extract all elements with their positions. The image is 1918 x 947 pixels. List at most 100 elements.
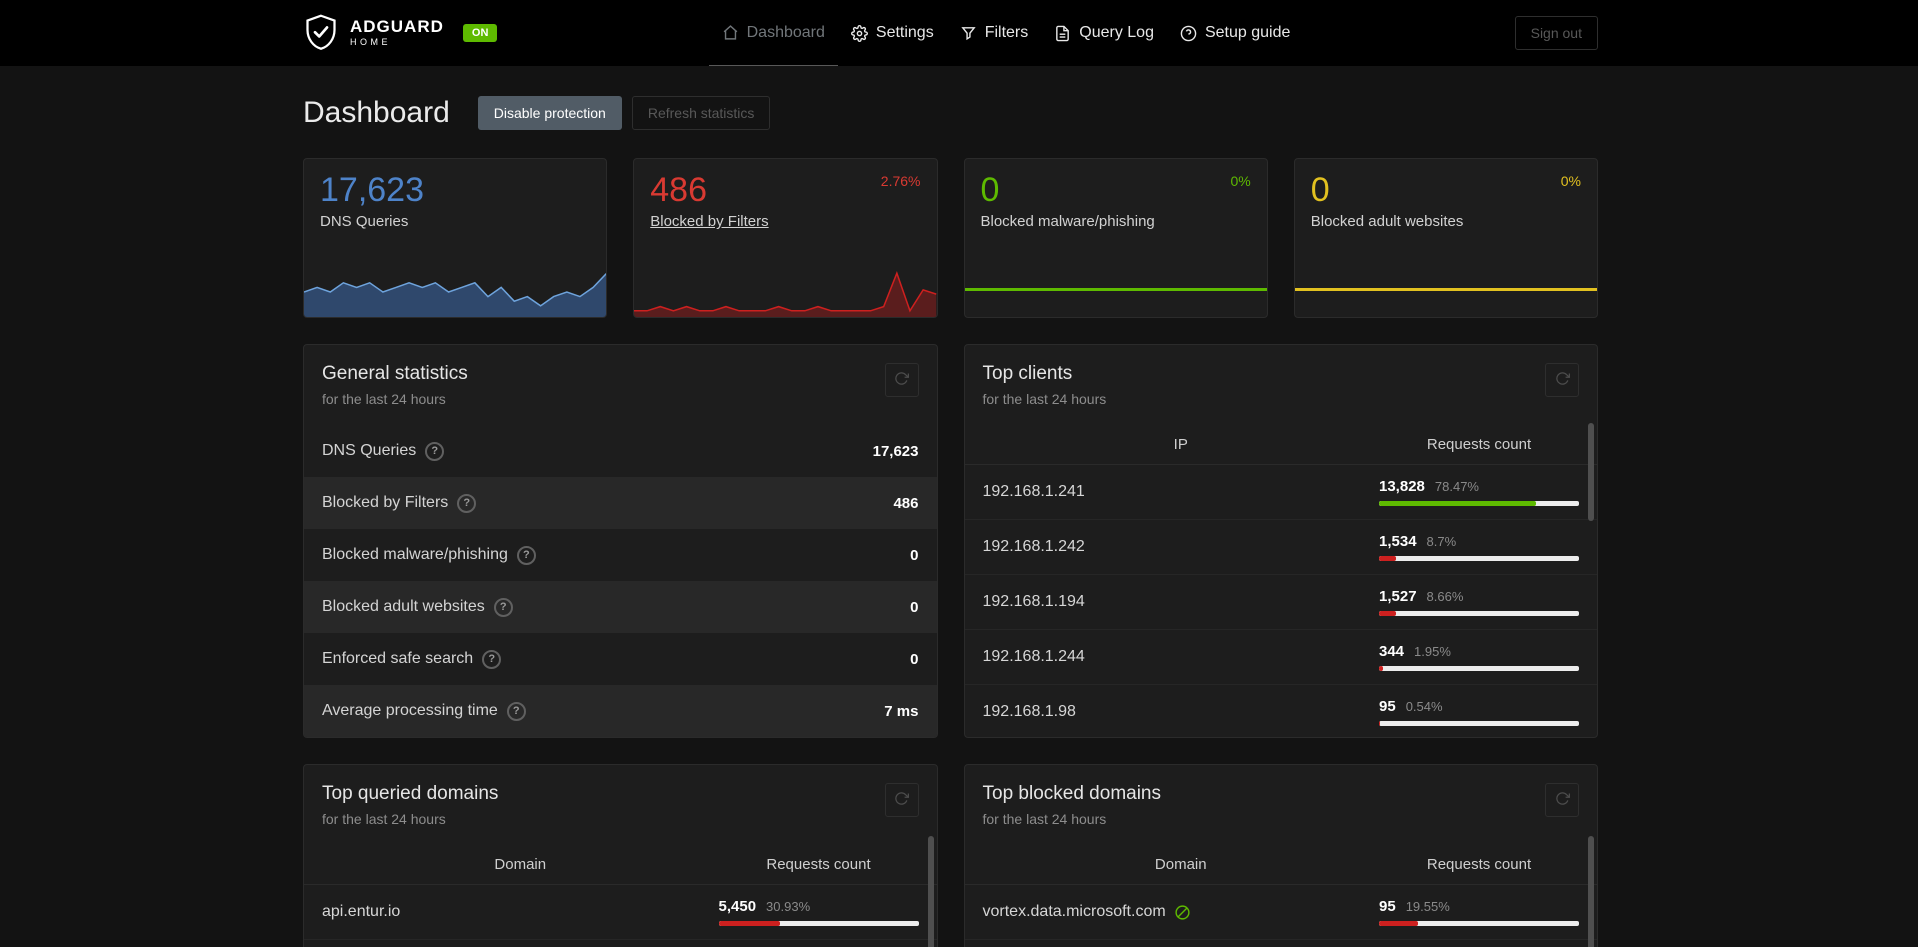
nav-item-query-log[interactable]: Query Log <box>1041 0 1167 66</box>
help-icon[interactable]: ? <box>482 649 502 669</box>
stats-row: Blocked malware/phishing? 0 <box>304 529 937 581</box>
request-count: 1,534 <box>1379 533 1417 550</box>
client-ip[interactable]: 192.168.1.98 <box>983 703 1380 721</box>
request-percent: 78.47% <box>1434 479 1479 494</box>
blocked-by-filters-sparkline <box>634 263 937 317</box>
card-header: Top blocked domains for the last 24 hour… <box>965 765 1598 845</box>
request-count: 95 <box>1379 898 1396 915</box>
client-row: 192.168.1.241 13,828 78.47% <box>964 465 1597 520</box>
stats-row: Blocked adult websites? 0 <box>304 581 937 633</box>
help-icon[interactable]: ? <box>493 597 513 617</box>
client-row: 192.168.1.98 95 0.54% <box>965 685 1598 737</box>
blocked-domain-cell[interactable]: vortex.data.microsoft.com <box>983 903 1380 921</box>
tracker-blocked-icon[interactable] <box>1174 904 1191 921</box>
refresh-card-button[interactable] <box>884 363 919 397</box>
blocked-adult-label: Blocked adult websites <box>1310 213 1464 231</box>
progress-bar <box>1379 501 1579 506</box>
setup-guide-help-icon <box>1180 25 1197 42</box>
nav-item-filters[interactable]: Filters <box>947 0 1042 66</box>
top-clients-subtitle: for the last 24 hours <box>982 391 1107 407</box>
help-icon[interactable]: ? <box>506 701 526 721</box>
stat-row-value: 0 <box>910 650 919 668</box>
general-statistics-subtitle: for the last 24 hours <box>322 391 446 407</box>
queried-domain[interactable]: api.entur.io <box>322 903 719 921</box>
help-icon[interactable]: ? <box>457 493 477 513</box>
dashboard-page: Dashboard Disable protection Refresh sta… <box>303 96 1598 947</box>
refresh-card-button[interactable] <box>884 783 919 817</box>
refresh-card-button[interactable] <box>1545 363 1579 397</box>
request-percent: 0.54% <box>1405 699 1443 714</box>
request-count: 1,527 <box>1379 588 1417 605</box>
request-percent: 1.95% <box>1414 644 1451 659</box>
nav-item-dashboard[interactable]: Dashboard <box>708 0 838 66</box>
domain-stats: 5,450 30.93% <box>718 898 919 926</box>
card-header-text: Top blocked domains for the last 24 hour… <box>983 783 1162 827</box>
top-blocked-domains-card: Top blocked domains for the last 24 hour… <box>963 764 1598 947</box>
request-count: 13,828 <box>1379 478 1425 495</box>
progress-bar <box>1379 666 1579 671</box>
stat-cards-row: 17,623 DNS Queries 486 2.76% Blocked by … <box>303 158 1598 318</box>
stats-row: Enforced safe search? 0 <box>304 633 937 685</box>
refresh-card-button[interactable] <box>1545 783 1579 817</box>
scrollbar-thumb[interactable] <box>1588 836 1594 947</box>
top-queried-domains-card: Top queried domains for the last 24 hour… <box>303 764 938 947</box>
nav-item-setup-guide[interactable]: Setup guide <box>1167 0 1303 66</box>
disable-protection-button[interactable]: Disable protection <box>477 96 622 130</box>
progress-bar <box>718 921 919 926</box>
nav-label: Filters <box>984 24 1029 41</box>
progress-bar <box>1379 556 1579 561</box>
card-header: Top clients for the last 24 hours <box>965 345 1598 425</box>
blocked-adult-percent: 0% <box>1560 173 1581 189</box>
stat-card-dns-queries: 17,623 DNS Queries <box>303 158 608 318</box>
column-header-domain: Domain <box>494 856 547 873</box>
stats-row: Blocked by Filters? 486 <box>304 477 937 529</box>
column-header-ip: IP <box>1173 436 1188 453</box>
top-blocked-domains-subtitle: for the last 24 hours <box>982 811 1107 827</box>
dns-queries-value: 17,623 <box>320 171 424 209</box>
refresh-statistics-button[interactable]: Refresh statistics <box>631 96 771 130</box>
sign-out-button[interactable]: Sign out <box>1514 16 1598 50</box>
protection-on-badge: ON <box>462 24 498 42</box>
stat-row-value: 7 ms <box>884 702 919 720</box>
column-header-requests: Requests count <box>1426 856 1532 873</box>
top-navbar: ADGUARD HOME ON Dashboard Settings Filte… <box>0 0 1918 66</box>
stat-row-label: DNS Queries <box>322 442 417 459</box>
table-header: Domain Requests count <box>304 845 937 885</box>
bottom-cards-row: Top queried domains for the last 24 hour… <box>303 764 1598 947</box>
top-queried-domains-subtitle: for the last 24 hours <box>322 811 446 827</box>
scrollbar-thumb[interactable] <box>927 836 934 947</box>
filters-funnel-icon <box>960 25 977 42</box>
nav-label: Settings <box>875 24 934 41</box>
stat-card-blocked-malware: 0 0% Blocked malware/phishing <box>963 158 1268 318</box>
client-ip[interactable]: 192.168.1.244 <box>983 648 1380 666</box>
stat-row-label: Blocked by Filters <box>322 494 449 511</box>
scrollbar-thumb[interactable] <box>1588 423 1594 521</box>
refresh-icon <box>894 791 909 809</box>
client-row: 192.168.1.194 1,527 8.66% <box>964 575 1597 630</box>
help-icon[interactable]: ? <box>516 545 536 565</box>
adguard-shield-logo-icon <box>306 14 336 50</box>
client-ip[interactable]: 192.168.1.242 <box>983 538 1380 556</box>
blocked-malware-percent: 0% <box>1230 173 1251 189</box>
nav-item-settings[interactable]: Settings <box>838 0 947 66</box>
column-header-domain: Domain <box>1154 856 1207 873</box>
help-icon[interactable]: ? <box>425 441 445 461</box>
request-percent: 19.55% <box>1405 899 1450 914</box>
general-statistics-table: DNS Queries? 17,623 Blocked by Filters? … <box>304 425 937 737</box>
page-header: Dashboard Disable protection Refresh sta… <box>303 96 1598 130</box>
client-ip[interactable]: 192.168.1.241 <box>983 483 1380 501</box>
top-clients-title: Top clients <box>982 363 1073 384</box>
client-ip[interactable]: 192.168.1.194 <box>983 593 1380 611</box>
request-count: 95 <box>1379 698 1396 715</box>
blocked-filters-link[interactable]: Blocked by Filters <box>650 213 768 230</box>
stat-row-value: 0 <box>910 546 919 564</box>
blocked-domain: vortex.data.microsoft.com <box>982 903 1166 920</box>
nav-label: Setup guide <box>1204 24 1291 41</box>
brand-title: ADGUARD <box>350 17 444 37</box>
dns-queries-sparkline <box>304 263 607 317</box>
general-statistics-card: General statistics for the last 24 hours… <box>303 344 938 738</box>
adguard-home-brand[interactable]: ADGUARD HOME ON <box>303 13 498 53</box>
blocked-adult-value: 0 <box>1310 171 1330 209</box>
dashboard-home-icon <box>722 24 739 41</box>
query-log-document-icon <box>1054 25 1071 42</box>
